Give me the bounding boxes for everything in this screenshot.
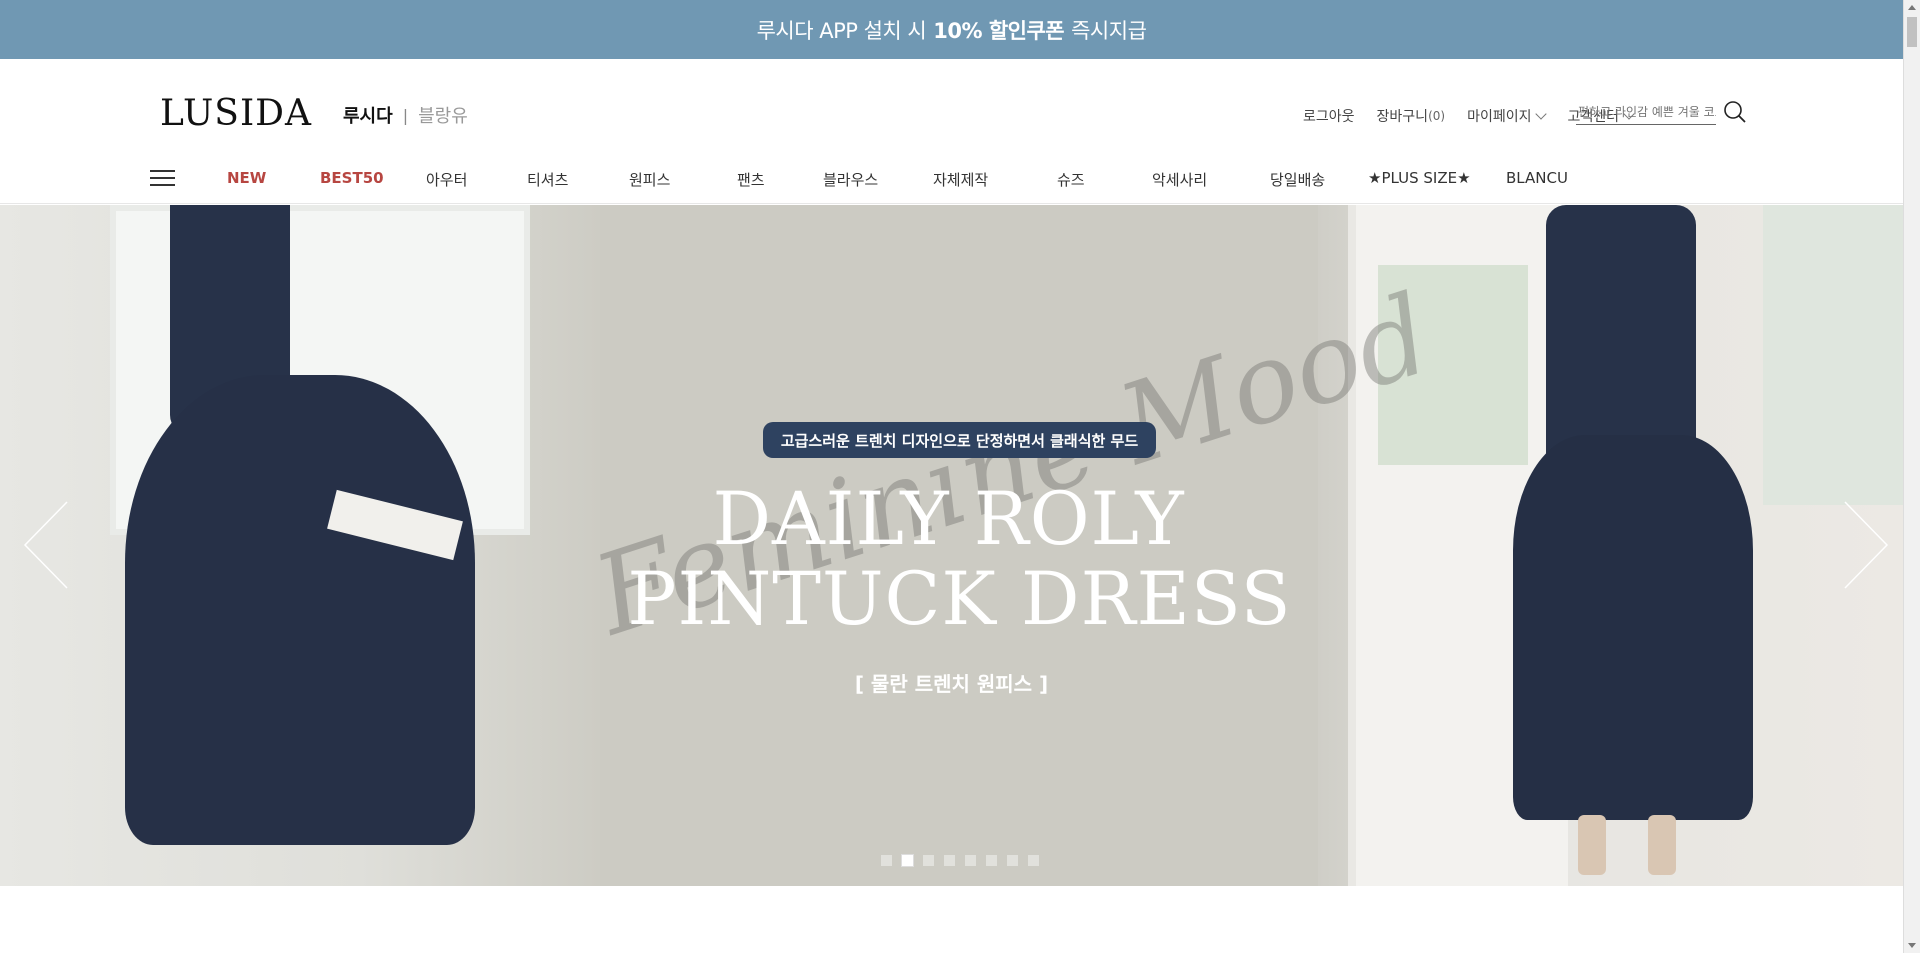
- search-icon[interactable]: [1722, 99, 1748, 125]
- promo-text-start: 루시다 APP 설치 시: [756, 18, 927, 43]
- slider-prev-arrow-icon[interactable]: [22, 500, 72, 590]
- mypage-label: 마이페이지: [1467, 109, 1532, 125]
- slider-dot[interactable]: [944, 855, 955, 866]
- cart-link[interactable]: 장바구니 (0): [1377, 106, 1446, 126]
- hero-subtitle: [ 물란 트렌치 원피스 ]: [854, 672, 1049, 696]
- nav-item-new[interactable]: NEW: [227, 169, 266, 187]
- slider-dot[interactable]: [1007, 855, 1018, 866]
- nav-item-accessories[interactable]: 악세사리: [1152, 169, 1207, 190]
- nav-item-plus-size[interactable]: ★PLUS SIZE★: [1368, 169, 1471, 187]
- slider-dot[interactable]: [881, 855, 892, 866]
- hero-title-line1: DAILY ROLY: [712, 477, 1185, 562]
- site-logo[interactable]: LUSIDA: [160, 93, 312, 134]
- category-nav: NEW BEST50 아우터 티셔츠 원피스 팬츠 블라우스 자체제작 슈즈 악…: [0, 156, 1903, 203]
- header: LUSIDA 루시다 | 블랑유 로그아웃 장바구니 (0) 마이페이지 고객센…: [0, 59, 1903, 204]
- hero-tagline-pill: 고급스러운 트렌치 디자인으로 단정하면서 클래식한 무드: [763, 422, 1156, 458]
- cart-count: (0): [1428, 109, 1446, 123]
- scroll-up-arrow-icon[interactable]: [1908, 5, 1916, 10]
- nav-item-pants[interactable]: 팬츠: [737, 169, 765, 190]
- slider-dot-active[interactable]: [901, 854, 914, 867]
- brand-tabs: 루시다 | 블랑유: [343, 102, 468, 128]
- slider-dot[interactable]: [923, 855, 934, 866]
- hero-title-line2: PINTUCK DRESS: [627, 557, 1292, 642]
- brand-separator: |: [402, 105, 409, 125]
- slider-next-arrow-icon[interactable]: [1840, 500, 1890, 590]
- menu-icon[interactable]: [150, 170, 175, 188]
- nav-item-own-made[interactable]: 자체제작: [933, 169, 988, 190]
- slider-pagination: [881, 854, 1049, 867]
- cart-label: 장바구니: [1376, 109, 1429, 125]
- slider-dot[interactable]: [986, 855, 997, 866]
- nav-item-blouse[interactable]: 블라우스: [823, 169, 878, 190]
- promo-text-end: 즉시지급: [1071, 18, 1147, 43]
- nav-item-outer[interactable]: 아우터: [426, 169, 467, 190]
- logout-link[interactable]: 로그아웃: [1303, 106, 1355, 126]
- chevron-down-icon: [1535, 107, 1548, 120]
- scroll-down-arrow-icon[interactable]: [1908, 943, 1916, 948]
- promo-text-highlight: 10% 할인쿠폰: [933, 18, 1065, 43]
- slider-dot[interactable]: [965, 855, 976, 866]
- search-box: [1576, 99, 1748, 125]
- page-scrollbar[interactable]: [1903, 0, 1920, 953]
- page: 루시다 APP 설치 시 10% 할인쿠폰 즉시지급 LUSIDA 루시다 | …: [0, 0, 1920, 953]
- scroll-thumb[interactable]: [1907, 17, 1917, 47]
- nav-item-best50[interactable]: BEST50: [320, 169, 384, 187]
- slider-dot[interactable]: [1028, 855, 1039, 866]
- nav-item-same-day[interactable]: 당일배송: [1270, 169, 1325, 190]
- search-input[interactable]: [1576, 99, 1716, 125]
- mypage-menu[interactable]: 마이페이지: [1467, 106, 1548, 126]
- nav-item-shoes[interactable]: 슈즈: [1057, 169, 1085, 190]
- nav-item-onepiece[interactable]: 원피스: [629, 169, 670, 190]
- nav-item-blancu[interactable]: BLANCU: [1506, 169, 1568, 187]
- hero-slider[interactable]: Feminine Mood 고급스러운 트렌치 디자인으로 단정하면서 클래식한…: [0, 205, 1903, 886]
- hero-content: Feminine Mood 고급스러운 트렌치 디자인으로 단정하면서 클래식한…: [0, 205, 1903, 886]
- nav-item-tshirts[interactable]: 티셔츠: [527, 169, 568, 190]
- brand-tab-lusida[interactable]: 루시다: [343, 102, 393, 128]
- promo-banner[interactable]: 루시다 APP 설치 시 10% 할인쿠폰 즉시지급: [0, 0, 1903, 59]
- brand-tab-blancu[interactable]: 블랑유: [418, 102, 468, 128]
